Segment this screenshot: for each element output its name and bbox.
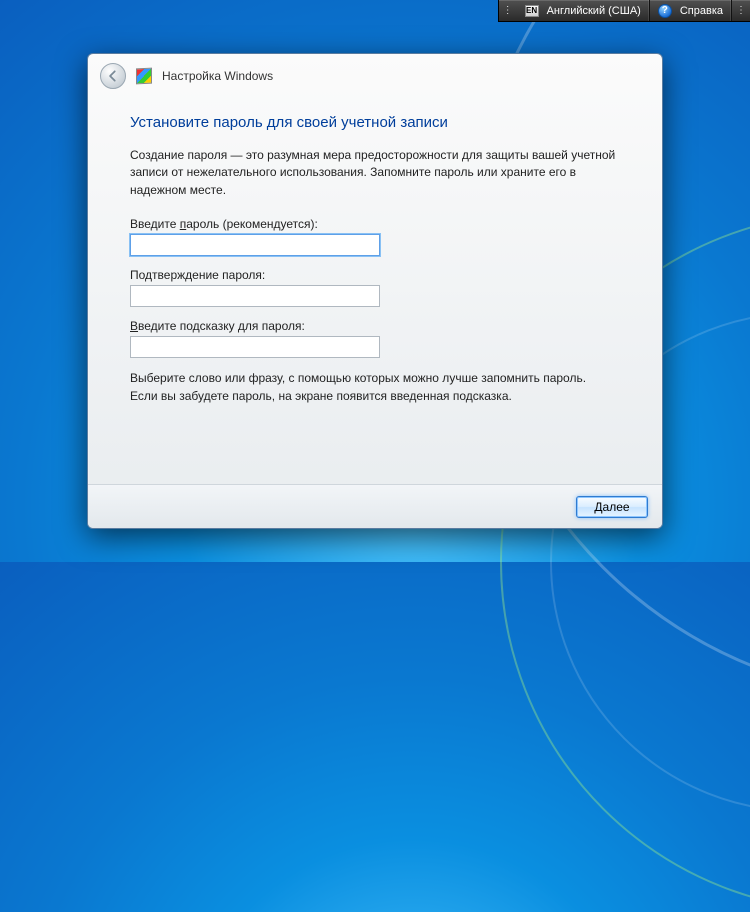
hint-label: Введите подсказку для пароля: [130, 319, 620, 333]
password-input[interactable] [130, 234, 380, 256]
hint-assist-text: Выберите слово или фразу, с помощью кото… [130, 370, 620, 405]
page-headline: Установите пароль для своей учетной запи… [130, 114, 620, 131]
back-button[interactable] [100, 63, 126, 89]
language-indicator[interactable]: EN Английский (США) [517, 0, 650, 21]
hint-input[interactable] [130, 336, 380, 358]
windows-flag-icon [136, 68, 152, 85]
help-button[interactable]: ? Справка [650, 0, 732, 21]
language-label: Английский (США) [547, 5, 641, 17]
hint-field-block: Введите подсказку для пароля: [130, 319, 620, 358]
wizard-title: Настройка Windows [162, 69, 273, 83]
password-field-block: Введите пароль (рекомендуется): [130, 217, 620, 256]
intro-text: Создание пароля — это разумная мера пред… [130, 147, 620, 199]
oobe-top-toolbar: ⋮ EN Английский (США) ? Справка ⋮ [498, 0, 750, 22]
password-label: Введите пароль (рекомендуется): [130, 217, 620, 231]
confirm-password-label: Подтверждение пароля: [130, 268, 620, 282]
help-icon: ? [658, 4, 672, 18]
toolbar-grip-right: ⋮ [732, 0, 750, 21]
wizard-footer: Далее [88, 484, 662, 528]
help-label: Справка [680, 5, 723, 17]
wizard-header: Настройка Windows [88, 54, 662, 98]
keyboard-layout-icon: EN [525, 5, 539, 17]
arrow-left-icon [106, 69, 120, 83]
setup-wizard-window: Настройка Windows Установите пароль для … [87, 53, 663, 529]
next-button[interactable]: Далее [576, 496, 648, 518]
confirm-password-field-block: Подтверждение пароля: [130, 268, 620, 307]
toolbar-grip-left: ⋮ [499, 0, 517, 21]
wizard-body: Установите пароль для своей учетной запи… [88, 98, 662, 484]
confirm-password-input[interactable] [130, 285, 380, 307]
